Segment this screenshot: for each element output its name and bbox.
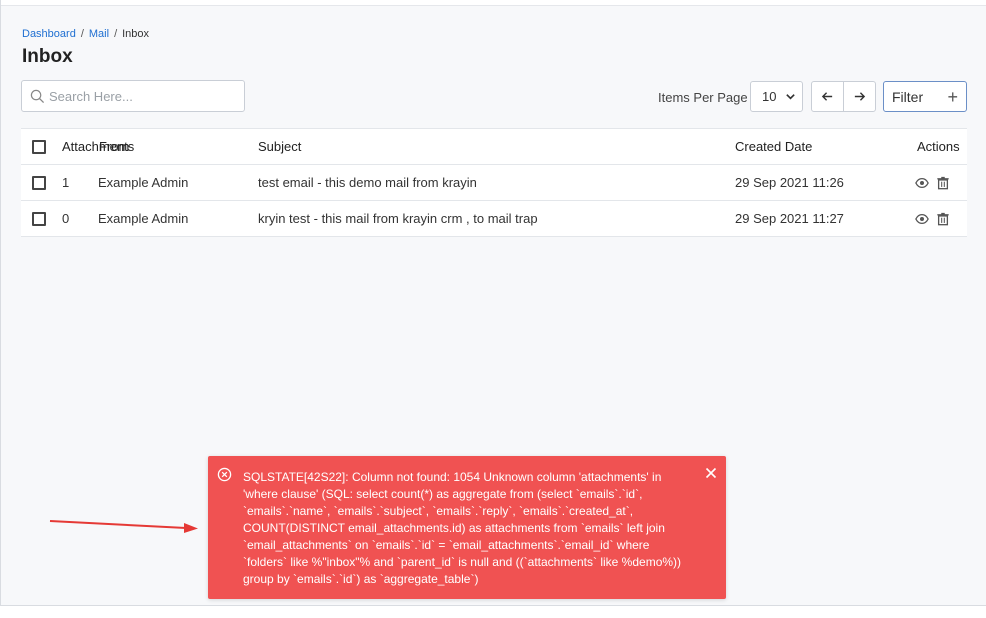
pagination-controls [811,81,876,112]
column-header-from[interactable]: From [99,129,129,164]
eye-icon[interactable] [915,212,929,226]
row-subject[interactable]: test email - this demo mail from krayin [258,165,477,200]
close-icon[interactable] [705,467,717,479]
chevron-down-icon [786,94,795,100]
row-created-date: 29 Sep 2021 11:26 [735,175,844,190]
search-box[interactable] [21,80,245,112]
row-attachments: 0 [62,211,70,226]
row-actions [915,165,950,200]
breadcrumb-separator: / [114,28,118,40]
search-icon [30,89,45,103]
table-header-row: Attachments From Subject Created Date Ac… [21,128,967,165]
trash-icon[interactable] [936,212,950,226]
previous-page-button[interactable] [812,82,843,111]
breadcrumb: Dashboard / Mail / Inbox [22,28,149,40]
row-select-cell [32,201,46,236]
breadcrumb-mail-link[interactable]: Mail [89,28,109,40]
row-checkbox[interactable] [32,175,46,190]
table-row: 1 Example Admin test email - this demo m… [21,165,967,201]
row-attachments: 1 [62,175,70,190]
annotation-arrow [49,520,198,533]
arrow-left-icon [822,92,833,101]
row-actions [915,201,950,236]
trash-icon[interactable] [936,176,950,190]
column-header-actions: Actions [917,139,960,154]
error-toast: SQLSTATE[42S22]: Column not found: 1054 … [208,456,726,599]
row-select-cell [32,165,46,200]
table-row: 0 Example Admin kryin test - this mail f… [21,201,967,237]
arrow-right-icon [855,92,866,101]
breadcrumb-separator: / [80,28,84,40]
page-title: Inbox [22,46,73,67]
items-per-page-value: 10 [762,89,777,104]
column-header-created-date[interactable]: Created Date [735,129,812,164]
items-per-page-label: Items Per Page [658,90,748,105]
search-input[interactable] [49,88,229,104]
row-created-date: 29 Sep 2021 11:27 [735,211,844,226]
select-all-checkbox[interactable] [32,139,46,154]
column-header-subject[interactable]: Subject [258,129,301,164]
breadcrumb-dashboard-link[interactable]: Dashboard [22,28,76,40]
filter-label: Filter [892,88,924,105]
app-top-bar [0,0,986,6]
error-circle-x-icon [217,467,232,482]
error-message: SQLSTATE[42S22]: Column not found: 1054 … [243,470,682,586]
sidebar-edge [0,0,1,618]
items-per-page-select[interactable]: 10 [750,81,803,112]
breadcrumb-current: Inbox [122,28,150,40]
filter-button[interactable]: Filter + [883,81,967,112]
eye-icon[interactable] [915,176,929,190]
row-subject[interactable]: kryin test - this mail from krayin crm ,… [258,201,538,236]
mail-table: Attachments From Subject Created Date Ac… [21,128,967,237]
plus-icon: + [947,87,958,107]
row-checkbox[interactable] [32,211,46,226]
row-from: Example Admin [98,211,189,226]
select-all-cell [32,129,46,164]
bottom-bar [0,605,986,618]
next-page-button[interactable] [843,82,875,111]
row-from: Example Admin [98,175,189,190]
